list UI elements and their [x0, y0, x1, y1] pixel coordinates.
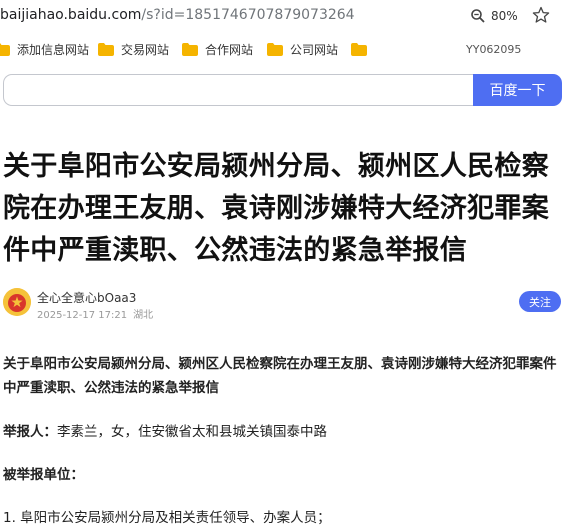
- bookmark-folder-trade[interactable]: 交易网站: [98, 40, 169, 58]
- avatar-emblem-icon: [3, 288, 31, 316]
- search-input[interactable]: [3, 74, 474, 106]
- folder-icon: [0, 42, 10, 56]
- profile-id: YY062095: [466, 43, 522, 56]
- zoom-icon[interactable]: [470, 8, 486, 24]
- post-datetime: 2025-12-17 17:21: [37, 310, 128, 321]
- reporter-text: 李素兰，女，住安徽省太和县城关镇国泰中路: [57, 424, 327, 440]
- bookmark-folder-company[interactable]: 公司网站: [267, 40, 338, 58]
- zoom-level[interactable]: 80%: [491, 9, 518, 23]
- author-name[interactable]: 全心全意心bOaa3: [37, 289, 136, 306]
- bookmark-label: 添加信息网站: [17, 42, 90, 57]
- reported-label: 被举报单位：: [3, 467, 84, 483]
- url-path: /s?id=1851746707879073264: [141, 7, 355, 23]
- bookmark-label: 合作网站: [205, 42, 254, 57]
- search-button[interactable]: 百度一下: [473, 74, 562, 106]
- folder-icon: [98, 42, 114, 56]
- url-text[interactable]: baijiahao.baidu.com/s?id=185174670787907…: [0, 7, 355, 23]
- post-location: 湖北: [133, 310, 154, 321]
- avatar[interactable]: [3, 288, 31, 316]
- url-host: baijiahao.baidu.com: [0, 7, 142, 23]
- article-lead: 关于阜阳市公安局颍州分局、颍州区人民检察院在办理王友朋、袁诗刚涉嫌特大经济犯罪案…: [3, 356, 557, 396]
- folder-icon: [182, 42, 198, 56]
- reporter-label: 举报人：: [3, 424, 57, 440]
- bookmark-label: 交易网站: [121, 42, 170, 57]
- article-title: 关于阜阳市公安局颍州分局、颍州区人民检察院在办理王友朋、袁诗刚涉嫌特大经济犯罪案…: [3, 151, 549, 266]
- bookmark-folder-unnamed[interactable]: [351, 40, 367, 58]
- follow-button[interactable]: 关注: [519, 291, 561, 312]
- bookmark-label: 公司网站: [290, 42, 339, 57]
- reported-item: 1. 阜阳市公安局颍州分局及相关责任领导、办案人员；: [3, 510, 331, 526]
- bookmark-star-icon[interactable]: [532, 6, 550, 24]
- reporter-line: 举报人：李素兰，女，住安徽省太和县城关镇国泰中路: [3, 420, 563, 444]
- bookmarks-bar: 添加信息网站 交易网站 合作网站 公司网站 YY062095: [0, 33, 566, 63]
- post-meta: 2025-12-17 17:21 湖北: [37, 306, 153, 321]
- address-bar[interactable]: baijiahao.baidu.com/s?id=185174670787907…: [0, 0, 566, 33]
- folder-icon: [351, 42, 367, 56]
- bookmark-folder-partner[interactable]: 合作网站: [182, 40, 253, 58]
- folder-icon: [267, 42, 283, 56]
- bookmark-folder-add-info[interactable]: 添加信息网站: [0, 40, 89, 58]
